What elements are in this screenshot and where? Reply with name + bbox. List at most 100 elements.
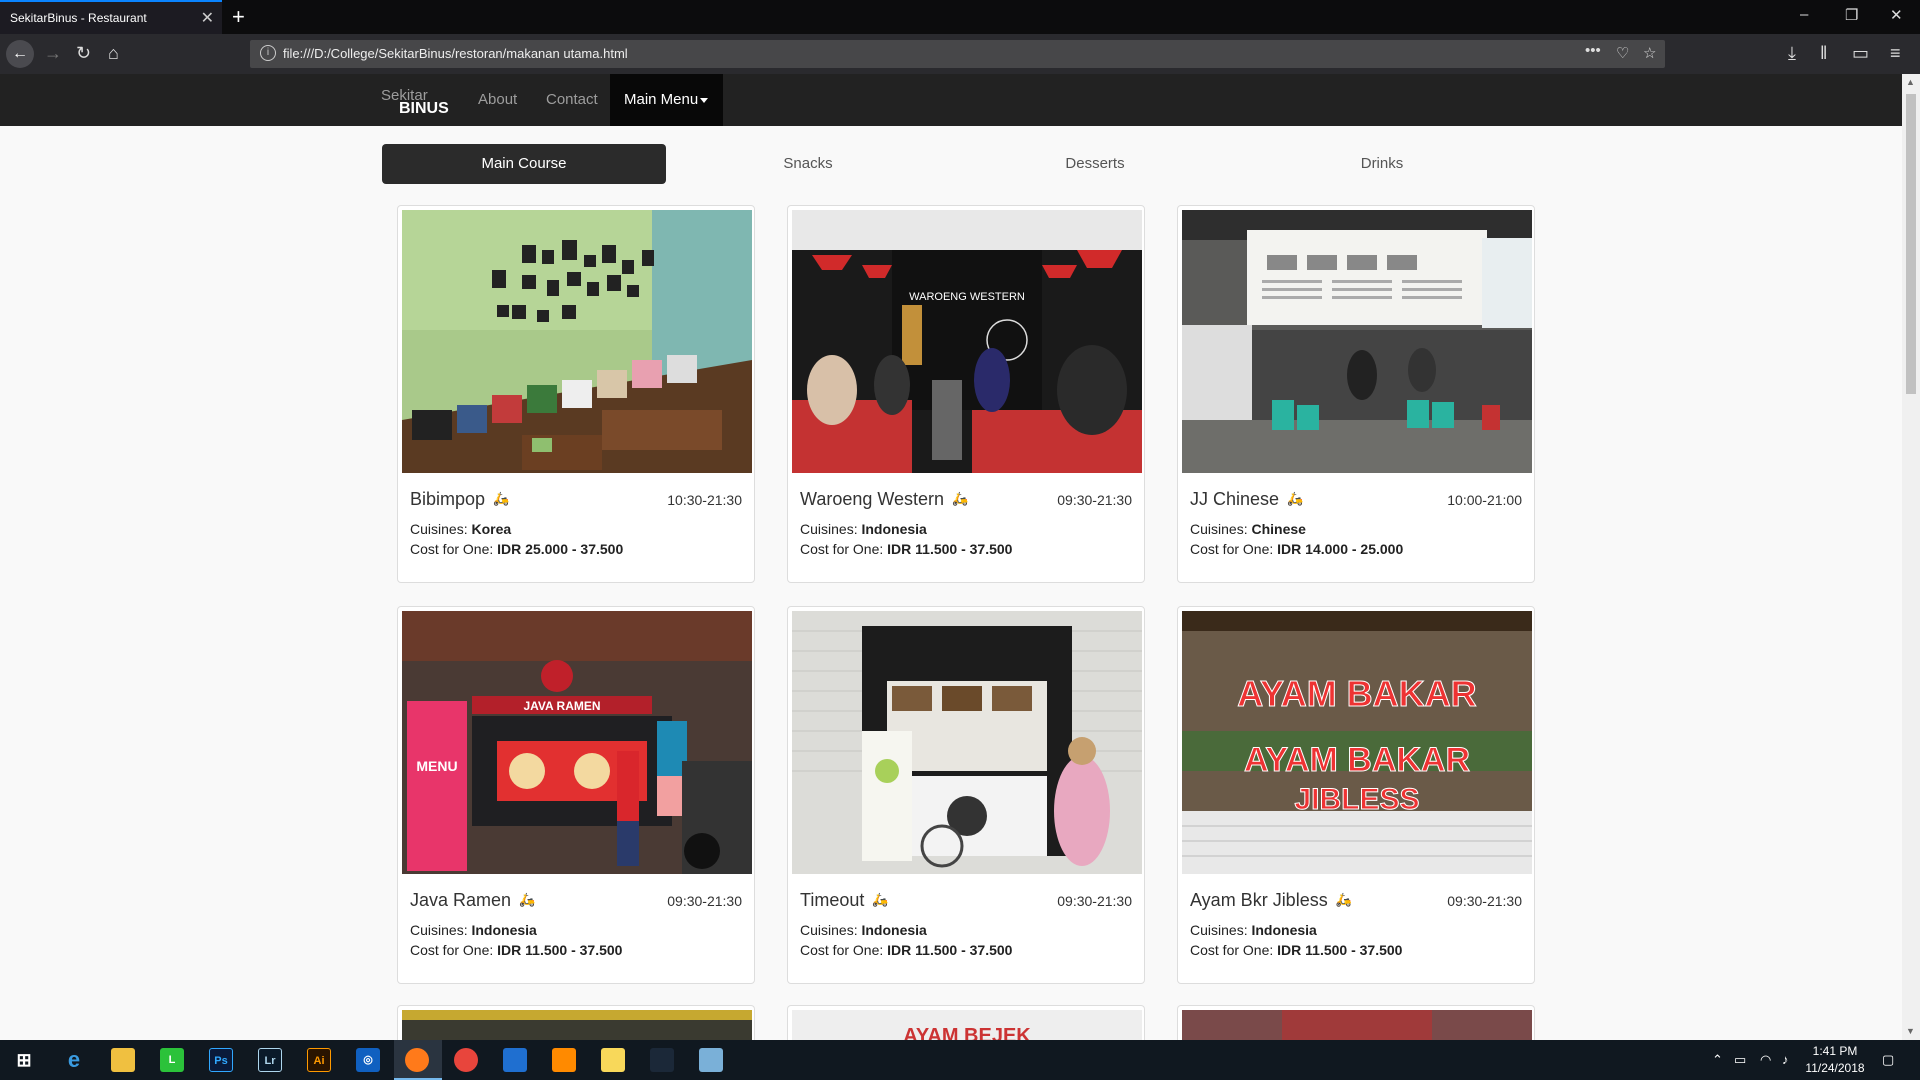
cost-label: Cost for One: <box>410 541 494 557</box>
restaurant-card-partial[interactable]: AYAM BEJEK <box>787 1005 1145 1045</box>
restaurant-card-partial[interactable] <box>1177 1005 1535 1045</box>
delivery-scooter-icon: 🛵 <box>952 491 969 506</box>
restore-icon[interactable]: ❐ <box>1845 6 1858 24</box>
file-explorer-icon[interactable] <box>111 1048 135 1072</box>
home-icon[interactable]: ⌂ <box>108 42 119 64</box>
restaurant-card[interactable]: AYAM BAKAR AYAM BAKAR JIBLESS Ayam Bkr J… <box>1177 606 1535 984</box>
reload-icon[interactable]: ↻ <box>76 42 91 64</box>
illustrator-icon[interactable]: Ai <box>307 1048 331 1072</box>
minimize-icon[interactable]: – <box>1800 6 1808 23</box>
bookmark-star-icon[interactable]: ☆ <box>1643 44 1656 62</box>
cuisine-value: Indonesia <box>861 922 927 938</box>
delivery-scooter-icon: 🛵 <box>872 892 889 907</box>
chrome-icon[interactable] <box>454 1048 478 1072</box>
wifi-icon[interactable]: ◠ <box>1760 1052 1771 1068</box>
scroll-down-icon[interactable]: ▼ <box>1906 1026 1915 1036</box>
app-icon[interactable]: ◎ <box>356 1048 380 1072</box>
sublime-text-icon[interactable] <box>552 1048 576 1072</box>
url-text[interactable]: file:///D:/College/SekitarBinus/restoran… <box>283 46 628 61</box>
cuisines-label: Cuisines: <box>1190 521 1248 537</box>
restaurant-card-partial[interactable] <box>397 1005 755 1045</box>
restaurant-name[interactable]: Waroeng Western 🛵 <box>800 489 968 510</box>
tab-title: SekitarBinus - Restaurant <box>10 11 147 25</box>
restaurant-photo <box>792 611 1142 874</box>
cost-value: IDR 14.000 - 25.000 <box>1277 541 1404 557</box>
battery-icon[interactable]: ▭ <box>1734 1052 1746 1068</box>
windows-start-icon[interactable]: ⊞ <box>12 1048 36 1072</box>
browser-tab[interactable]: SekitarBinus - Restaurant ✕ <box>0 0 222 34</box>
forward-arrow-icon[interactable]: → <box>44 42 62 64</box>
delivery-scooter-icon: 🛵 <box>1287 491 1304 506</box>
waroeng-sign: WAROENG WESTERN <box>909 291 1025 303</box>
sticky-notes-icon[interactable] <box>601 1048 625 1072</box>
cost-line: Cost for One: IDR 11.500 - 37.500 <box>800 541 1012 557</box>
vscode-icon[interactable] <box>503 1048 527 1072</box>
browser-toolbar: ← → ↻ ⌂ i file:///D:/College/SekitarBinu… <box>0 34 1920 74</box>
nav-about[interactable]: About <box>478 91 517 108</box>
nav-contact[interactable]: Contact <box>546 91 598 108</box>
opening-hours: 10:30-21:30 <box>667 492 742 508</box>
new-tab-button[interactable]: + <box>232 4 245 30</box>
opening-hours: 09:30-21:30 <box>1057 893 1132 909</box>
nav-main-menu-dropdown[interactable]: Main Menu <box>610 74 723 126</box>
window-app-icon[interactable] <box>699 1048 723 1072</box>
restaurant-name[interactable]: Timeout 🛵 <box>800 890 889 911</box>
ayam-sign-top: AYAM BAKAR <box>1237 673 1476 714</box>
tab-main-course[interactable]: Main Course <box>382 144 666 184</box>
restaurant-card[interactable]: JAVA RAMEN MENU Java Ramen 🛵 09:30-21:30 … <box>397 606 755 984</box>
tab-drinks[interactable]: Drinks <box>1240 144 1524 184</box>
restaurant-name[interactable]: Ayam Bkr Jibless 🛵 <box>1190 890 1352 911</box>
restaurant-photo: WAROENG WESTERN <box>792 210 1142 473</box>
main-menu-label: Main Menu <box>624 91 699 108</box>
pocket-icon[interactable]: ♡ <box>1616 44 1629 62</box>
library-icon[interactable]: ‖ <box>1820 42 1827 64</box>
notifications-icon[interactable]: ▢ <box>1882 1052 1894 1068</box>
line-app-icon[interactable]: L <box>160 1048 184 1072</box>
cost-label: Cost for One: <box>410 942 494 958</box>
taskbar-clock[interactable]: 1:41 PM 11/24/2018 <box>1800 1043 1870 1077</box>
restaurant-card[interactable]: Bibimpop 🛵 10:30-21:30 Cuisines: Korea Co… <box>397 205 755 583</box>
ayam-sign-bottom: JIBLESS <box>1294 783 1419 816</box>
site-info-icon[interactable]: i <box>260 45 276 61</box>
delivery-scooter-icon: 🛵 <box>493 491 510 506</box>
scroll-up-icon[interactable]: ▲ <box>1906 77 1915 87</box>
restaurant-name[interactable]: JJ Chinese 🛵 <box>1190 489 1303 510</box>
opening-hours: 10:00-21:00 <box>1447 492 1522 508</box>
scroll-thumb[interactable] <box>1906 94 1916 394</box>
restaurant-name[interactable]: Bibimpop 🛵 <box>410 489 509 510</box>
clock-date: 11/24/2018 <box>1805 1061 1865 1075</box>
tab-snacks[interactable]: Snacks <box>666 144 950 184</box>
cuisine-value: Indonesia <box>861 521 927 537</box>
download-icon[interactable]: ⤓ <box>1788 42 1796 64</box>
menu-hamburger-icon[interactable]: ≡ <box>1890 42 1901 64</box>
tray-chevron-icon[interactable]: ⌃ <box>1712 1052 1723 1068</box>
cuisines-label: Cuisines: <box>410 521 468 537</box>
sidebar-icon[interactable]: ▭ <box>1852 42 1869 64</box>
restaurant-card[interactable]: Timeout 🛵 09:30-21:30 Cuisines: Indonesia… <box>787 606 1145 984</box>
page-scrollbar[interactable]: ▲ ▼ <box>1902 74 1920 1040</box>
tab-desserts[interactable]: Desserts <box>953 144 1237 184</box>
cost-value: IDR 11.500 - 37.500 <box>1277 942 1403 958</box>
firefox-icon[interactable] <box>405 1048 429 1072</box>
lightroom-icon[interactable]: Lr <box>258 1048 282 1072</box>
site-logo[interactable]: Sekitar BINUS <box>381 87 451 117</box>
restaurant-card[interactable]: JJ Chinese 🛵 10:00-21:00 Cuisines: Chines… <box>1177 205 1535 583</box>
restaurant-card[interactable]: WAROENG WESTERN Waroeng Western 🛵 09:30-2… <box>787 205 1145 583</box>
edge-icon[interactable]: e <box>62 1048 86 1072</box>
cost-value: IDR 11.500 - 37.500 <box>887 942 1013 958</box>
photoshop-icon[interactable]: Ps <box>209 1048 233 1072</box>
page-actions-icon[interactable]: ••• <box>1585 42 1601 59</box>
restaurant-name[interactable]: Java Ramen 🛵 <box>410 890 535 911</box>
cuisine-line: Cuisines: Korea <box>410 521 511 537</box>
cuisines-label: Cuisines: <box>800 521 858 537</box>
opening-hours: 09:30-21:30 <box>1447 893 1522 909</box>
url-bar[interactable]: i file:///D:/College/SekitarBinus/restor… <box>250 40 1665 68</box>
back-arrow-icon[interactable]: ← <box>6 40 34 68</box>
steam-icon[interactable] <box>650 1048 674 1072</box>
close-tab-icon[interactable]: ✕ <box>201 8 214 28</box>
ayam-sign-mid: AYAM BAKAR <box>1244 741 1470 779</box>
window-close-icon[interactable]: ✕ <box>1890 6 1903 24</box>
volume-icon[interactable]: ♪ <box>1782 1052 1789 1067</box>
restaurant-photo: JAVA RAMEN MENU <box>402 611 752 874</box>
site-navbar: Sekitar BINUS About Contact Main Menu <box>0 74 1902 126</box>
